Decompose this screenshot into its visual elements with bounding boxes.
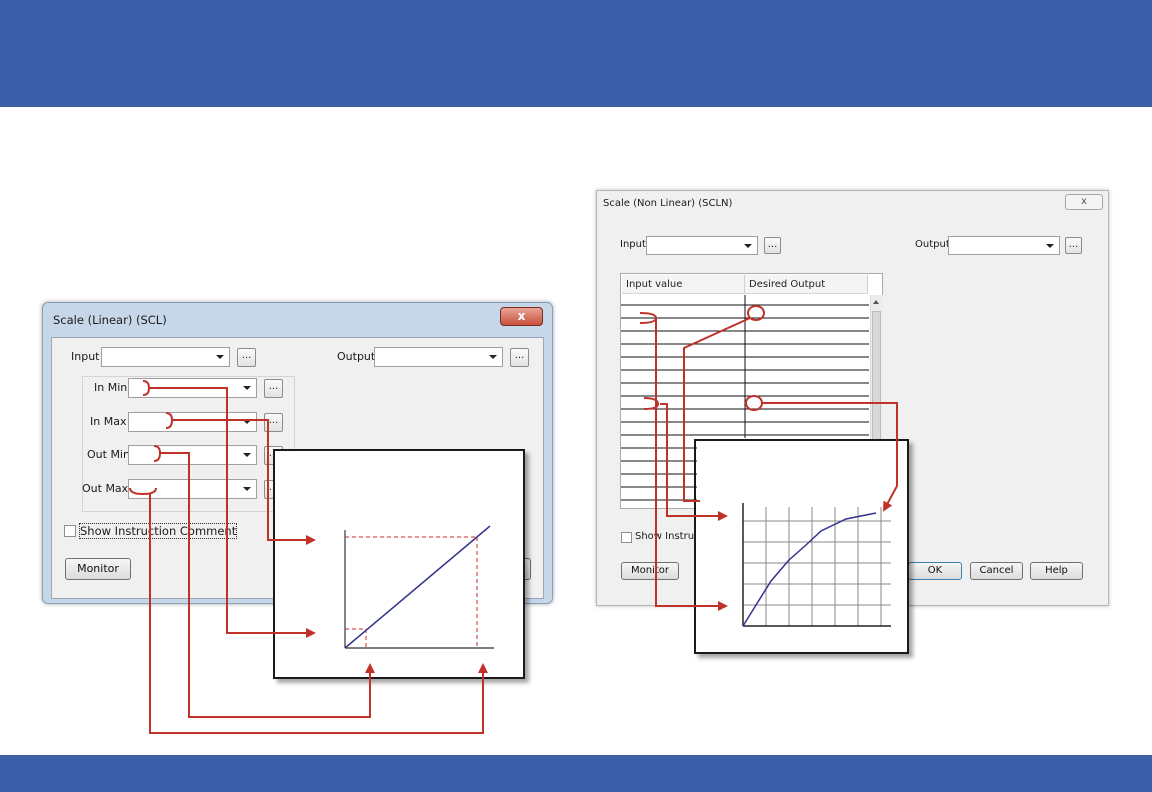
- callout-overlay: [129, 295, 898, 734]
- in-max-connector: [172, 419, 316, 545]
- in-max-callout: [165, 412, 174, 429]
- table-row-lines: [621, 295, 869, 501]
- in-min-connector: [149, 387, 316, 638]
- row8-output-marker: [745, 395, 763, 411]
- in-min-callout: [142, 380, 151, 396]
- out-max-connector: [149, 494, 488, 734]
- out-min-callout: [153, 445, 162, 462]
- out-min-connector: [160, 452, 375, 718]
- row8-input-connector: [660, 403, 728, 521]
- row8-output-connector: [762, 402, 898, 512]
- out-max-callout: [129, 487, 157, 496]
